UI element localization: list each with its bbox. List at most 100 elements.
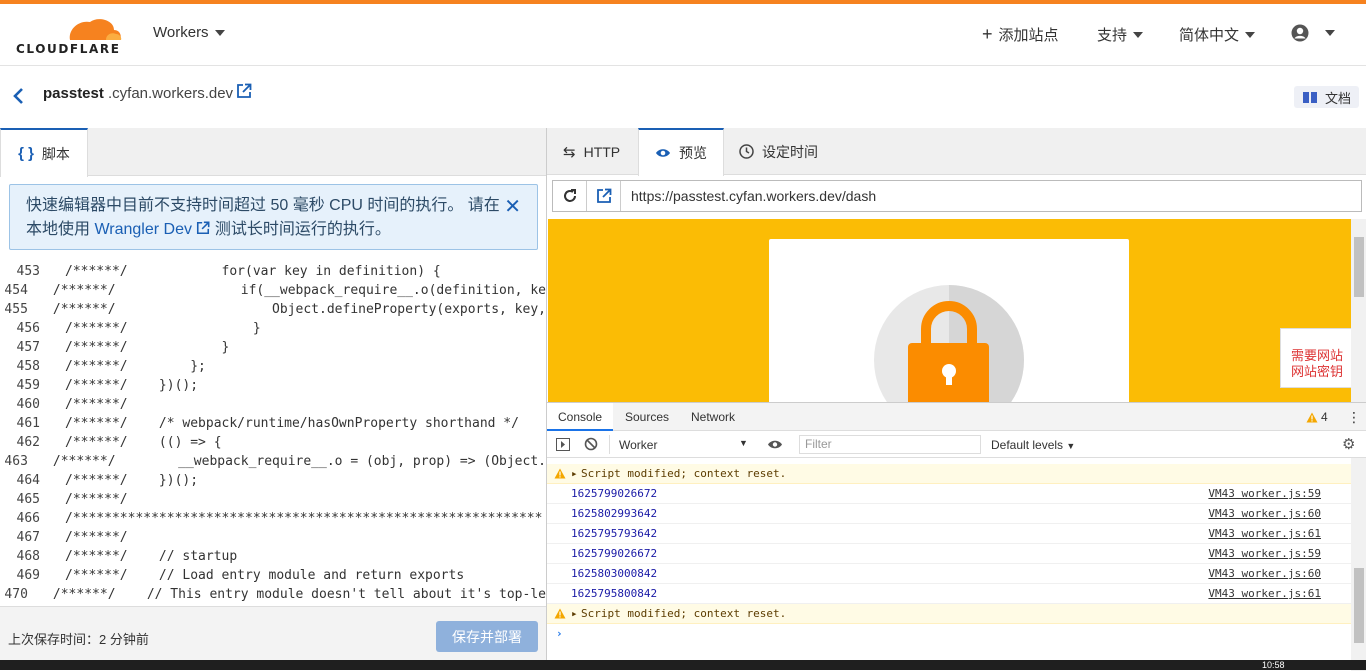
console-source-link[interactable]: VM43 worker.js:60 bbox=[1208, 504, 1321, 524]
console-log-row[interactable]: 1625799026672 VM43 worker.js:59 bbox=[547, 484, 1351, 504]
console-filter-input[interactable]: Filter bbox=[799, 435, 981, 454]
line-number: 461 bbox=[16, 416, 40, 431]
line-number: 469 bbox=[16, 568, 40, 583]
code-text: /******/ bbox=[65, 492, 128, 507]
account-menu[interactable] bbox=[1291, 24, 1335, 42]
support-menu[interactable]: 支持 bbox=[1097, 24, 1144, 45]
console-source-link[interactable]: VM43 worker.js:59 bbox=[1208, 484, 1321, 504]
console-scrollbar[interactable] bbox=[1351, 458, 1366, 671]
open-external-button[interactable] bbox=[587, 181, 621, 211]
context-selector[interactable]: Worker ▼ bbox=[619, 438, 748, 452]
code-text: /******/ })(); bbox=[65, 473, 199, 488]
console-log-row[interactable]: 1625795793642 VM43 worker.js:61 bbox=[547, 524, 1351, 544]
tab-preview-label: 预览 bbox=[679, 145, 707, 161]
code-line: 467 /******/ bbox=[0, 528, 546, 547]
console-message: 1625799026672 bbox=[571, 487, 658, 500]
back-arrow-icon[interactable] bbox=[12, 86, 24, 112]
tab-console[interactable]: Console bbox=[547, 403, 614, 431]
eye-icon[interactable] bbox=[767, 439, 783, 450]
console-log-row[interactable]: 1625803000842 VM43 worker.js:60 bbox=[547, 564, 1351, 584]
line-number: 459 bbox=[16, 378, 40, 393]
code-line: 470 /******/ // This entry module doesn't… bbox=[0, 585, 546, 604]
book-icon bbox=[1303, 91, 1317, 103]
sidebar-toggle-icon[interactable] bbox=[556, 438, 570, 451]
prompt-chevron-icon: › bbox=[556, 627, 563, 640]
more-options-icon[interactable]: ⋮ bbox=[1347, 409, 1361, 426]
preview-viewport[interactable]: 需要网站 网站密钥 bbox=[548, 219, 1351, 402]
refresh-button[interactable] bbox=[553, 181, 587, 211]
code-line: 465 /******/ bbox=[0, 490, 546, 509]
gear-icon[interactable]: ⚙ bbox=[1342, 435, 1355, 453]
editor-tab-bar: { } 脚本 bbox=[0, 128, 546, 177]
tab-preview[interactable]: 预览 bbox=[638, 128, 724, 176]
wrangler-dev-link[interactable]: Wrangler Dev bbox=[94, 221, 192, 238]
line-number: 462 bbox=[16, 435, 40, 450]
docs-button[interactable]: 文档 bbox=[1294, 86, 1360, 108]
preview-scrollbar[interactable] bbox=[1351, 219, 1366, 402]
console-source-link[interactable]: VM43 worker.js:59 bbox=[1208, 544, 1321, 564]
external-link-icon[interactable] bbox=[236, 83, 252, 104]
product-switcher[interactable]: Workers bbox=[153, 24, 225, 41]
log-levels-dropdown[interactable]: Default levels ▼ bbox=[991, 438, 1075, 452]
console-toolbar: Worker ▼ Filter Default levels ▼ ⚙ bbox=[547, 431, 1366, 458]
code-text: /******/ }; bbox=[65, 359, 206, 374]
line-number: 465 bbox=[16, 492, 40, 507]
console-warning-row[interactable]: ▸ Script modified; context reset. bbox=[547, 464, 1351, 484]
lock-background bbox=[874, 285, 1024, 402]
side-card-line-1: 需要网站 bbox=[1291, 348, 1344, 363]
console-log-row[interactable]: 1625799026672 VM43 worker.js:59 bbox=[547, 544, 1351, 564]
cloudflare-logo[interactable]: CLOUDFLARE bbox=[16, 16, 126, 56]
notice-line-2: 本地使用 Wrangler Dev 测试长时间运行的执行。 bbox=[26, 218, 521, 242]
console-log-row[interactable]: 1625795800842 VM43 worker.js:61 bbox=[547, 584, 1351, 604]
language-menu[interactable]: 简体中文 bbox=[1179, 24, 1256, 45]
warning-icon bbox=[1306, 412, 1318, 422]
user-icon bbox=[1291, 24, 1309, 42]
line-number: 458 bbox=[16, 359, 40, 374]
code-text: /******/ bbox=[65, 397, 128, 412]
eye-icon bbox=[656, 149, 670, 157]
taskbar-clock: 10:58 bbox=[1262, 660, 1285, 670]
save-and-deploy-button[interactable]: 保存并部署 bbox=[436, 621, 538, 652]
code-line: 464 /******/ })(); bbox=[0, 471, 546, 490]
notice-post: 测试长时间运行的执行。 bbox=[210, 221, 391, 238]
code-text: /******/ Object.defineProperty(exports, … bbox=[52, 302, 546, 317]
line-number: 455 bbox=[4, 302, 28, 317]
tab-schedule[interactable]: 设定时间 bbox=[723, 128, 834, 175]
line-number: 454 bbox=[4, 283, 28, 298]
add-site-button[interactable]: + 添加站点 bbox=[982, 24, 1059, 45]
console-prompt[interactable]: › bbox=[547, 624, 1351, 644]
console-source-link[interactable]: VM43 worker.js:61 bbox=[1208, 524, 1321, 544]
tab-script[interactable]: { } 脚本 bbox=[0, 128, 88, 177]
tab-network[interactable]: Network bbox=[680, 403, 746, 431]
preview-url[interactable]: https://passtest.cyfan.workers.dev/dash bbox=[621, 188, 876, 204]
expand-triangle-icon[interactable]: ▸ bbox=[571, 464, 578, 484]
line-number: 468 bbox=[16, 549, 40, 564]
console-message: Script modified; context reset. bbox=[581, 467, 787, 480]
console-log-row[interactable]: 1625802993642 VM43 worker.js:60 bbox=[547, 504, 1351, 524]
chevron-down-icon: ▼ bbox=[739, 438, 748, 448]
warning-count[interactable]: 4 bbox=[1306, 410, 1328, 424]
clear-console-icon[interactable] bbox=[584, 437, 598, 451]
expand-triangle-icon[interactable]: ▸ bbox=[571, 604, 578, 624]
external-link-icon bbox=[596, 188, 611, 203]
close-icon[interactable]: ✕ bbox=[504, 195, 521, 219]
devtools-panel: Console Sources Network 4 ⋮ Worker ▼ Fil… bbox=[547, 402, 1366, 671]
support-label: 支持 bbox=[1097, 27, 1128, 44]
line-number: 456 bbox=[16, 321, 40, 336]
tab-http[interactable]: ⇆ HTTP bbox=[547, 128, 636, 175]
console-warning-row[interactable]: ▸ Script modified; context reset. bbox=[547, 604, 1351, 624]
add-site-label: 添加站点 bbox=[998, 27, 1059, 44]
code-editor[interactable]: 453 /******/ for(var key in definition) {… bbox=[0, 262, 546, 607]
code-line: 466 /************************************… bbox=[0, 509, 546, 528]
code-text: /******/ if(__webpack_require__.o(defini… bbox=[52, 283, 546, 298]
logo-text: CLOUDFLARE bbox=[16, 42, 121, 56]
notice-pre: 本地使用 bbox=[26, 221, 95, 238]
toolbar-divider bbox=[609, 435, 610, 454]
console-source-link[interactable]: VM43 worker.js:60 bbox=[1208, 564, 1321, 584]
code-text: /******/ /* webpack/runtime/hasOwnProper… bbox=[65, 416, 519, 431]
plus-icon: + bbox=[982, 24, 993, 44]
script-editor-panel: { } 脚本 快速编辑器中目前不支持时间超过 50 毫秒 CPU 时间的执行。 … bbox=[0, 128, 546, 670]
console-output[interactable]: ▸ Script modified; context reset. 16257990… bbox=[547, 458, 1351, 671]
console-source-link[interactable]: VM43 worker.js:61 bbox=[1208, 584, 1321, 604]
tab-sources[interactable]: Sources bbox=[614, 403, 680, 431]
